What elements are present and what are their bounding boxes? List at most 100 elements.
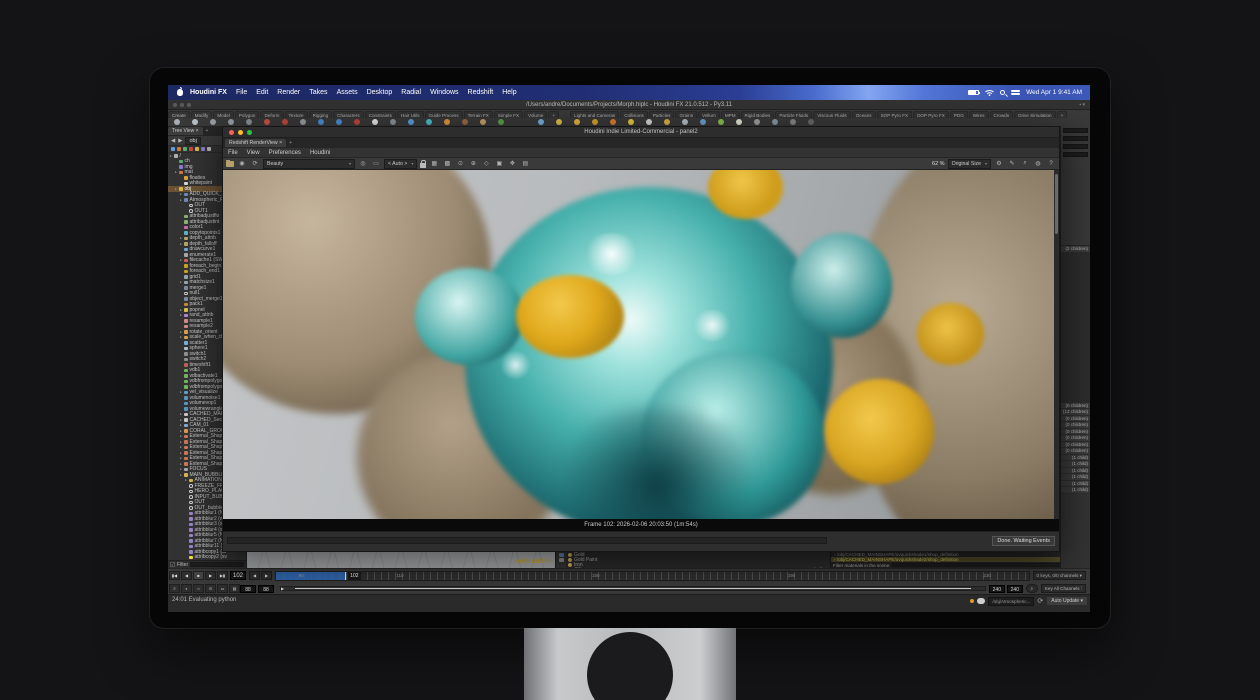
rv-menu-preferences[interactable]: Preferences (269, 150, 301, 156)
filter-dop-icon[interactable] (201, 147, 205, 151)
shelf-tab[interactable]: MPM (721, 111, 740, 118)
region-crop-icon[interactable]: ▭ (371, 160, 381, 167)
pane-options-icon[interactable]: ▪ ▾ (1079, 102, 1085, 108)
restart-render-icon[interactable]: ⟳ (250, 160, 260, 167)
rv-menu-file[interactable]: File (228, 150, 238, 156)
spotlight-search-icon[interactable] (1000, 90, 1005, 95)
shelf-tab[interactable]: Rigid Bodies (741, 111, 775, 118)
shelf-tool-icon[interactable] (354, 119, 360, 125)
shelf-tool-icon[interactable] (174, 119, 180, 125)
palette-grid-icon[interactable] (559, 553, 564, 557)
shelf-tab[interactable]: Viscous Fluids (813, 111, 851, 118)
menu-render[interactable]: Render (277, 89, 300, 96)
shelf-tool-icon[interactable] (700, 119, 706, 125)
edit-icon[interactable]: ✎ (1007, 160, 1017, 167)
first-frame-button[interactable]: ▮◀ (169, 571, 180, 580)
path-context[interactable]: obj (185, 137, 200, 145)
shelf-tool-icon[interactable] (246, 119, 252, 125)
shelf-tool-icon[interactable] (772, 119, 778, 125)
shelf-tab[interactable]: Simple FX (494, 111, 523, 118)
shelf-tool-icon[interactable] (646, 119, 652, 125)
range-start-field[interactable]: 88 (240, 585, 256, 593)
shelf-tab[interactable]: + (1057, 111, 1068, 118)
export-frame-button[interactable]: ⌂ (193, 584, 204, 593)
shelf-tool-icon[interactable] (538, 119, 544, 125)
shelf-tool-icon[interactable] (736, 119, 742, 125)
tab-tree-view[interactable]: Tree View × (168, 127, 203, 135)
shelf-tab[interactable]: Guide Process (425, 111, 463, 118)
message-bubble-icon[interactable] (977, 598, 985, 604)
shelf-tool-icon[interactable] (300, 119, 306, 125)
snapshot-icon[interactable]: ◉ (237, 160, 247, 167)
shelf-tab[interactable]: Texture (285, 111, 308, 118)
layers-icon[interactable]: ▤ (520, 160, 530, 167)
menu-desktop[interactable]: Desktop (367, 89, 393, 96)
magnifier-icon[interactable]: ⌕ (1020, 160, 1030, 167)
display-size-dropdown[interactable]: Original Size▾ (948, 159, 991, 169)
shelf-tool-icon[interactable] (664, 119, 670, 125)
shelf-tab[interactable]: DOP Pyro FX (913, 111, 949, 118)
shelf-tool-icon[interactable] (228, 119, 234, 125)
shelf-tab[interactable]: SOP Pyro FX (877, 111, 913, 118)
range-slider-toggle[interactable]: ▤ (229, 584, 240, 593)
menu-help[interactable]: Help (502, 89, 516, 96)
timeline-zoom-button[interactable]: ⌕ (1026, 584, 1038, 593)
shelf-tool-icon[interactable] (264, 119, 270, 125)
wifi-icon[interactable] (985, 89, 994, 96)
keys-info-dropdown[interactable]: 0 keys, 0/0 channels ▾ (1033, 571, 1086, 580)
shelf-tab[interactable]: Volume (524, 111, 547, 118)
range-end-field[interactable]: 240 (989, 585, 1005, 593)
filter-misc-icon[interactable] (207, 147, 211, 151)
control-center-icon[interactable] (1011, 90, 1020, 96)
render-image[interactable] (223, 170, 1059, 519)
add-tab-icon[interactable]: + (206, 128, 209, 134)
menu-app-name[interactable]: Houdini FX (190, 89, 227, 96)
shelf-tool-icon[interactable] (592, 119, 598, 125)
forward-arrow-icon[interactable]: ▶ (178, 138, 182, 144)
shelf-tab[interactable]: Crowds (990, 111, 1014, 118)
key-all-channels-button[interactable]: Key All Channels ⫶ (1041, 584, 1086, 593)
shelf-tool-icon[interactable] (682, 119, 688, 125)
shelf-tab[interactable]: + (548, 111, 559, 118)
shelf-tab[interactable]: Constraints (365, 111, 396, 118)
rv-menu-view[interactable]: View (247, 150, 260, 156)
shelf-tab[interactable]: Create (168, 111, 190, 118)
shelf-tab[interactable]: Characters (333, 111, 363, 118)
menu-edit[interactable]: Edit (256, 89, 268, 96)
shelf-tab[interactable]: Collisions (620, 111, 648, 118)
shelf-tool-icon[interactable] (498, 119, 504, 125)
current-node-path[interactable]: /obj/Atmospheric... (988, 597, 1034, 606)
target-icon[interactable]: ⊕ (468, 160, 478, 167)
shelf-tab[interactable]: Model (213, 111, 234, 118)
shelf-tool-icon[interactable] (192, 119, 198, 125)
materials-filter-input[interactable] (892, 563, 1088, 567)
filter-mat-icon[interactable] (177, 147, 181, 151)
filter-checkbox[interactable]: ✓ (170, 562, 175, 567)
playhead[interactable] (345, 572, 346, 580)
shelf-tab[interactable]: Vellum (698, 111, 720, 118)
shelf-tab[interactable]: Oceans (852, 111, 876, 118)
add-tab-icon[interactable]: + (289, 140, 292, 146)
shelf-tool-icon[interactable] (628, 119, 634, 125)
parameter-field[interactable] (1063, 144, 1088, 149)
palette-list-icon[interactable] (559, 558, 564, 562)
shelf-tool-icon[interactable] (408, 119, 414, 125)
parameter-field[interactable] (1063, 128, 1088, 133)
shelf-tool-icon[interactable] (808, 119, 814, 125)
pan-icon[interactable]: ✥ (507, 160, 517, 167)
menu-takes[interactable]: Takes (309, 89, 327, 96)
shelf-tab[interactable]: Particles (649, 111, 675, 118)
clock-icon[interactable]: ⊙ (455, 160, 465, 167)
step-forward-button[interactable]: ▶ (261, 571, 272, 580)
close-icon[interactable]: × (196, 128, 199, 134)
stop-button[interactable]: ■ (193, 571, 204, 580)
refresh-icon[interactable]: ⟳ (1037, 597, 1043, 605)
realtime-toggle[interactable]: ≡ (169, 584, 180, 593)
help-icon[interactable]: ? (1046, 161, 1056, 167)
render-scrollbar[interactable] (1054, 170, 1059, 519)
current-frame-field[interactable]: 102 (230, 571, 246, 580)
fit-view-icon[interactable]: ▣ (494, 160, 504, 167)
scene-viewport[interactable]: Indie Edition (247, 552, 555, 568)
autokey-toggle[interactable]: ⊙ (205, 584, 216, 593)
shelf-tab[interactable]: Terrain FX (464, 111, 493, 118)
